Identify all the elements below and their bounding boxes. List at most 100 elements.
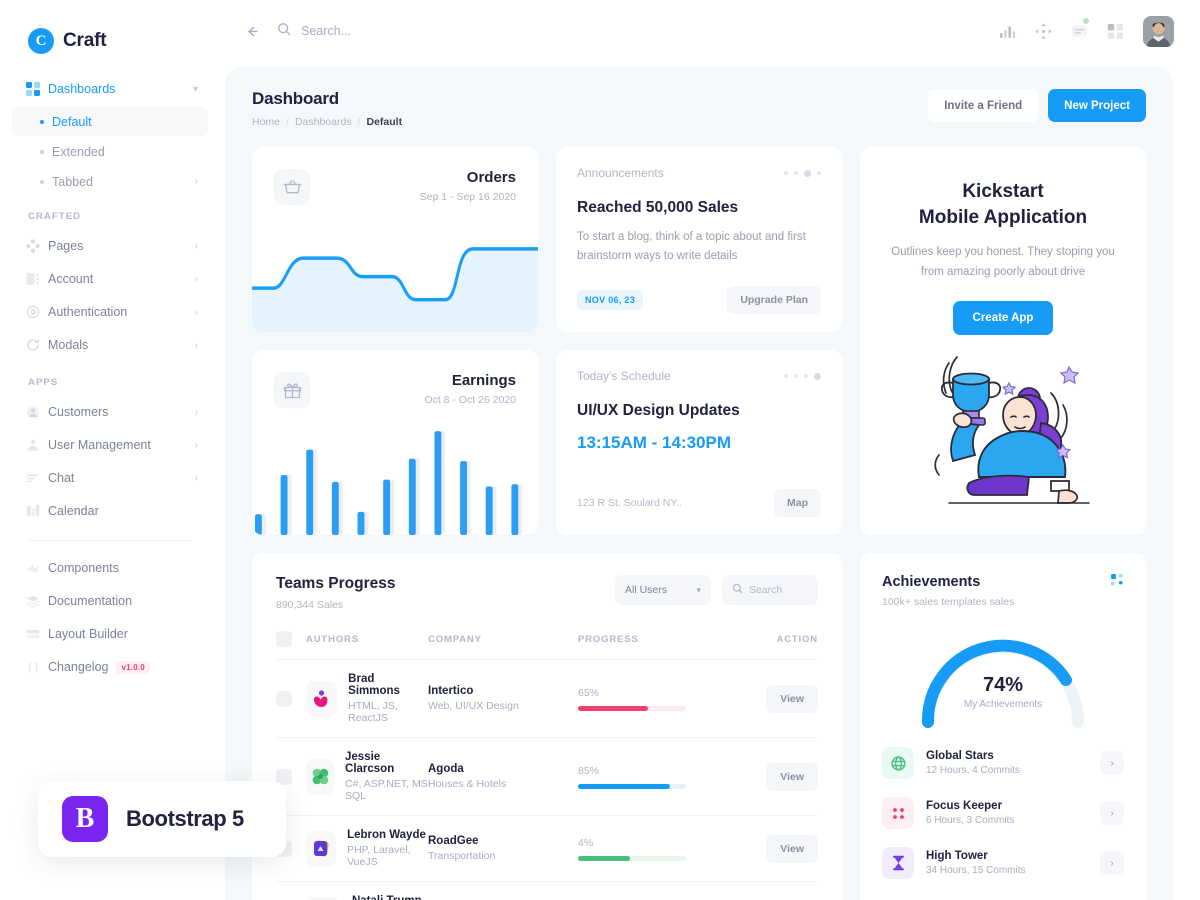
announcements-date-badge: NOV 06, 23 (577, 290, 644, 310)
sidebar-item-layout-builder[interactable]: Layout Builder (12, 619, 208, 649)
achievement-meta: 6 Hours, 3 Commits (926, 815, 1015, 826)
teams-search-input[interactable] (749, 584, 808, 596)
author-name: Brad Simmons (348, 673, 400, 697)
achievements-titles: Achievements 100k+ sales templates sales (882, 574, 1014, 608)
apps-grid-icon[interactable] (1107, 23, 1124, 40)
chat-bubble-icon[interactable] (1071, 17, 1089, 40)
view-button[interactable]: View (766, 684, 818, 713)
sidebar-item-account[interactable]: Account › (12, 264, 208, 294)
customers-icon (26, 405, 48, 419)
arrow-right-icon[interactable]: › (1100, 851, 1124, 875)
teams-search[interactable] (722, 575, 818, 605)
sidebar-item-user-management[interactable]: User Management › (12, 430, 208, 460)
carousel-dots[interactable] (784, 169, 821, 177)
carousel-dot-active[interactable] (814, 372, 821, 380)
hourglass-icon (882, 847, 914, 879)
table-row[interactable]: Lebron Wayde PHP, Laravel, VueJS RoadGee… (276, 815, 818, 882)
chevron-down-icon: ▾ (192, 83, 198, 95)
carousel-dot[interactable] (784, 374, 788, 378)
breadcrumb-item-dashboards[interactable]: Dashboards (295, 116, 352, 128)
new-project-button[interactable]: New Project (1048, 89, 1146, 122)
announcements-label: Announcements (577, 166, 664, 180)
sidebar-subitem-extended[interactable]: Extended (12, 137, 208, 166)
chevron-right-icon: › (194, 240, 198, 252)
achievement-name: Focus Keeper (926, 800, 1003, 812)
achievement-meta: 34 Hours, 15 Commits (926, 865, 1026, 876)
sidebar-item-dashboards[interactable]: Dashboards ▾ (12, 74, 208, 104)
brand-name: Craft (63, 30, 107, 51)
carousel-dot[interactable] (804, 374, 808, 378)
chevron-right-icon: › (194, 306, 198, 318)
user-management-icon (26, 438, 48, 452)
upgrade-plan-button[interactable]: Upgrade Plan (727, 286, 821, 314)
search-input[interactable] (301, 24, 561, 38)
select-all-checkbox[interactable] (276, 631, 292, 647)
schedule-footer: 123 R St. Soulard NY.. Map (577, 489, 821, 517)
sidebar-subitem-default[interactable]: Default (12, 107, 208, 136)
sidebar-item-calendar[interactable]: Calendar (12, 496, 208, 526)
create-app-button[interactable]: Create App (952, 301, 1054, 336)
sidebar-item-documentation[interactable]: Documentation (12, 586, 208, 616)
company-cell: RoadGee Transportation (428, 815, 578, 882)
sidebar-item-components[interactable]: Components (12, 553, 208, 583)
achievements-title: Achievements (882, 574, 981, 590)
sidebar-item-changelog[interactable]: Changelog v1.0.0 (12, 652, 208, 682)
topbar-actions (999, 15, 1174, 47)
dots-grid-icon[interactable] (1111, 574, 1124, 592)
bootstrap-badge-label: Bootstrap 5 (126, 806, 244, 831)
company-cell: The Hill Insurance (428, 881, 578, 900)
list-item[interactable]: Global Stars 12 Hours, 4 Commits › (882, 738, 1124, 788)
author-name: Jessie Clarcson (345, 751, 395, 775)
carousel-dot[interactable] (784, 171, 788, 175)
map-button[interactable]: Map (774, 489, 821, 517)
carousel-dot[interactable] (817, 171, 821, 175)
bar-chart-icon[interactable] (999, 23, 1016, 40)
sidebar-item-chat[interactable]: Chat › (12, 463, 208, 493)
table-row[interactable]: Natali Trump Python, ReactJS The Hill In… (276, 881, 818, 900)
authentication-icon (26, 305, 48, 319)
breadcrumb-item-home[interactable]: Home (252, 116, 280, 128)
list-item[interactable]: Focus Keeper 6 Hours, 3 Commits › (882, 788, 1124, 838)
all-users-select[interactable]: All Users ▾ (615, 575, 711, 605)
view-button[interactable]: View (766, 834, 818, 863)
sidebar-item-label: Customers (48, 405, 109, 419)
modals-icon (26, 338, 48, 352)
sidebar-item-label: Authentication (48, 305, 128, 319)
invite-a-friend-button[interactable]: Invite a Friend (928, 89, 1039, 122)
sidebar-subitem-label: Extended (52, 144, 105, 159)
view-button[interactable]: View (766, 762, 818, 791)
avatar[interactable] (1143, 15, 1174, 47)
list-item[interactable]: High Tower 34 Hours, 15 Commits › (882, 838, 1124, 888)
sidebar-item-pages[interactable]: Pages › (12, 231, 208, 261)
back-arrow-icon[interactable] (244, 24, 259, 39)
global-search[interactable] (277, 22, 999, 41)
arrow-right-icon[interactable]: › (1100, 801, 1124, 825)
progress-fill (578, 705, 649, 711)
nine-logo (306, 896, 341, 900)
chevron-right-icon: › (194, 472, 198, 484)
sidebar-item-label: Chat (48, 471, 75, 485)
progress-track (578, 855, 686, 861)
carousel-dot[interactable] (794, 171, 798, 175)
table-header-row: AUTHORS COMPANY PROGRESS ACTION (276, 631, 818, 660)
clover-logo (306, 758, 335, 795)
carousel-dot-active[interactable] (804, 169, 811, 177)
row-checkbox[interactable] (276, 690, 292, 707)
arrow-right-icon[interactable]: › (1100, 751, 1124, 775)
progress-value: 85% (578, 764, 600, 777)
sidebar-subitem-tabbed[interactable]: Tabbed › (12, 167, 208, 196)
sidebar-item-customers[interactable]: Customers › (12, 397, 208, 427)
announcements-card: Announcements Reached 50,000 Sales To st… (556, 147, 842, 332)
table-row[interactable]: Jessie Clarcson C#, ASP.NET, MS SQL Agod… (276, 737, 818, 816)
move-icon[interactable] (1035, 23, 1052, 40)
table-row[interactable]: Brad Simmons HTML, JS, ReactJS Intertico… (276, 659, 818, 738)
grid-icon (26, 82, 48, 96)
carousel-dot[interactable] (794, 374, 798, 378)
sidebar-item-modals[interactable]: Modals › (12, 330, 208, 360)
sidebar-item-label: Modals (48, 338, 89, 352)
sidebar-item-authentication[interactable]: Authentication › (12, 297, 208, 327)
carousel-dots[interactable] (784, 372, 821, 380)
company-industry: Houses & Hotels (428, 778, 507, 790)
brand[interactable]: C Craft (0, 0, 220, 62)
achievements-list: Global Stars 12 Hours, 4 Commits › Focus… (882, 738, 1124, 888)
